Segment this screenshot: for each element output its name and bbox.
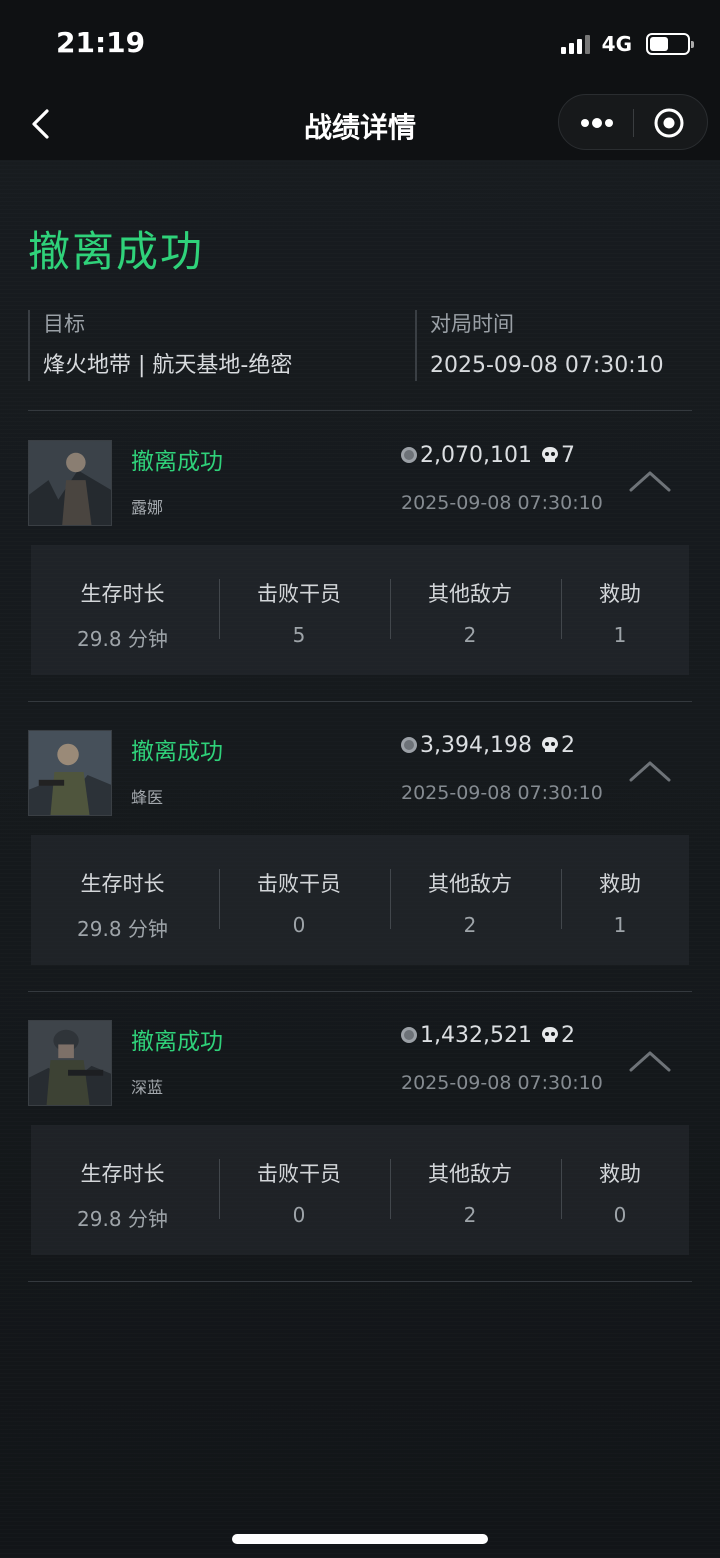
- player-status: 撤离成功: [131, 1029, 223, 1055]
- stat-label: 生存时长: [80, 872, 165, 896]
- stat-value: 2: [463, 913, 477, 937]
- kill-count: 2: [560, 1022, 575, 1048]
- stat-label: 生存时长: [80, 582, 165, 606]
- signal-icon: [560, 34, 590, 54]
- stat-label: 生存时长: [80, 1162, 165, 1186]
- operator-avatar: [28, 440, 112, 526]
- stat-label: 救助: [599, 1162, 641, 1186]
- target-info: 目标 烽火地带 | 航天基地-绝密: [28, 310, 408, 381]
- stat-value: 29.8 分钟: [77, 917, 168, 941]
- player-status: 撤离成功: [131, 739, 223, 765]
- chevron-up-icon[interactable]: [628, 468, 672, 494]
- stat-survival: 生存时长 29.8 分钟: [31, 1125, 214, 1255]
- match-time-value: 2025-09-08 07:30:10: [430, 353, 664, 378]
- stat-other-enemies: 其他敌方 2: [384, 545, 556, 675]
- stat-assists: 救助 1: [561, 545, 679, 675]
- stat-label: 救助: [599, 872, 641, 896]
- stats-panel: 生存时长 29.8 分钟 击败干员 0 其他敌方 2 救助 1: [31, 835, 689, 965]
- more-icon[interactable]: [579, 111, 615, 135]
- capsule-divider: [633, 109, 634, 137]
- kill-count: 7: [560, 442, 575, 468]
- mini-program-capsule: [558, 94, 708, 150]
- match-time-info: 对局时间 2025-09-08 07:30:10: [415, 310, 705, 381]
- status-bar: 21:19 4G: [0, 0, 720, 88]
- stats-panel: 生存时长 29.8 分钟 击败干员 5 其他敌方 2 救助 1: [31, 545, 689, 675]
- loot-value: 1,432,521: [420, 1022, 532, 1048]
- player-time: 2025-09-08 07:30:10: [401, 1072, 603, 1094]
- battery-icon: [646, 33, 694, 55]
- operator-name: 露娜: [131, 498, 164, 517]
- stat-value: 0: [292, 1203, 306, 1227]
- stat-other-enemies: 其他敌方 2: [384, 1125, 556, 1255]
- stat-label: 击败干员: [257, 582, 341, 606]
- nav-bar: 战绩详情: [0, 88, 720, 160]
- stat-label: 救助: [599, 582, 641, 606]
- stat-value: 0: [292, 913, 306, 937]
- status-time: 21:19: [56, 26, 146, 59]
- operator-name: 蜂医: [131, 788, 164, 807]
- coin-icon: [401, 737, 417, 753]
- stat-value: 5: [292, 623, 306, 647]
- stat-value: 0: [613, 1203, 627, 1227]
- coin-icon: [401, 447, 417, 463]
- loot-value: 2,070,101: [420, 442, 532, 468]
- chevron-up-icon[interactable]: [628, 1048, 672, 1074]
- divider: [28, 410, 692, 411]
- loot-value-row: 3,394,198 2: [400, 730, 575, 760]
- match-time-label: 对局时间: [430, 312, 514, 336]
- stat-value: 29.8 分钟: [77, 1207, 168, 1231]
- stat-survival: 生存时长 29.8 分钟: [31, 545, 214, 675]
- stat-value: 2: [463, 623, 477, 647]
- match-result-title: 撤离成功: [28, 227, 205, 276]
- stat-operators-defeated: 击败干员 0: [214, 1125, 384, 1255]
- stat-value: 2: [463, 1203, 477, 1227]
- stat-survival: 生存时长 29.8 分钟: [31, 835, 214, 965]
- skull-icon: [541, 447, 558, 462]
- operator-name: 深蓝: [131, 1078, 164, 1097]
- target-value: 烽火地带 | 航天基地-绝密: [43, 353, 293, 378]
- stat-assists: 救助 1: [561, 835, 679, 965]
- stat-operators-defeated: 击败干员 5: [214, 545, 384, 675]
- status-indicators: 4G: [560, 30, 694, 58]
- stat-label: 其他敌方: [428, 582, 512, 606]
- stat-operators-defeated: 击败干员 0: [214, 835, 384, 965]
- player-card: 撤离成功 蜂医 3,394,198 2 2025-09-08 07:30:10 …: [28, 702, 692, 965]
- stat-value: 29.8 分钟: [77, 627, 168, 651]
- player-status: 撤离成功: [131, 449, 223, 475]
- chevron-up-icon[interactable]: [628, 758, 672, 784]
- skull-icon: [541, 1027, 558, 1042]
- loot-value-row: 2,070,101 7: [400, 440, 575, 470]
- target-label: 目标: [43, 312, 85, 336]
- player-time: 2025-09-08 07:30:10: [401, 492, 603, 514]
- stats-panel: 生存时长 29.8 分钟 击败干员 0 其他敌方 2 救助 0: [31, 1125, 689, 1255]
- skull-icon: [541, 737, 558, 752]
- stat-label: 其他敌方: [428, 872, 512, 896]
- stat-other-enemies: 其他敌方 2: [384, 835, 556, 965]
- stat-label: 击败干员: [257, 872, 341, 896]
- stat-label: 击败干员: [257, 1162, 341, 1186]
- operator-avatar: [28, 730, 112, 816]
- kill-count: 2: [560, 732, 575, 758]
- player-card: 撤离成功 露娜 2,070,101 7 2025-09-08 07:30:10 …: [28, 412, 692, 675]
- home-indicator[interactable]: [232, 1534, 488, 1544]
- player-card: 撤离成功 深蓝 1,432,521 2 2025-09-08 07:30:10 …: [28, 992, 692, 1255]
- loot-value-row: 1,432,521 2: [400, 1020, 575, 1050]
- network-type: 4G: [601, 32, 632, 56]
- stat-value: 1: [613, 913, 627, 937]
- player-time: 2025-09-08 07:30:10: [401, 782, 603, 804]
- stat-value: 1: [613, 623, 627, 647]
- operator-avatar: [28, 1020, 112, 1106]
- stat-label: 其他敌方: [428, 1162, 512, 1186]
- stat-assists: 救助 0: [561, 1125, 679, 1255]
- loot-value: 3,394,198: [420, 732, 532, 758]
- close-target-icon[interactable]: [653, 107, 685, 139]
- divider: [28, 1281, 692, 1282]
- coin-icon: [401, 1027, 417, 1043]
